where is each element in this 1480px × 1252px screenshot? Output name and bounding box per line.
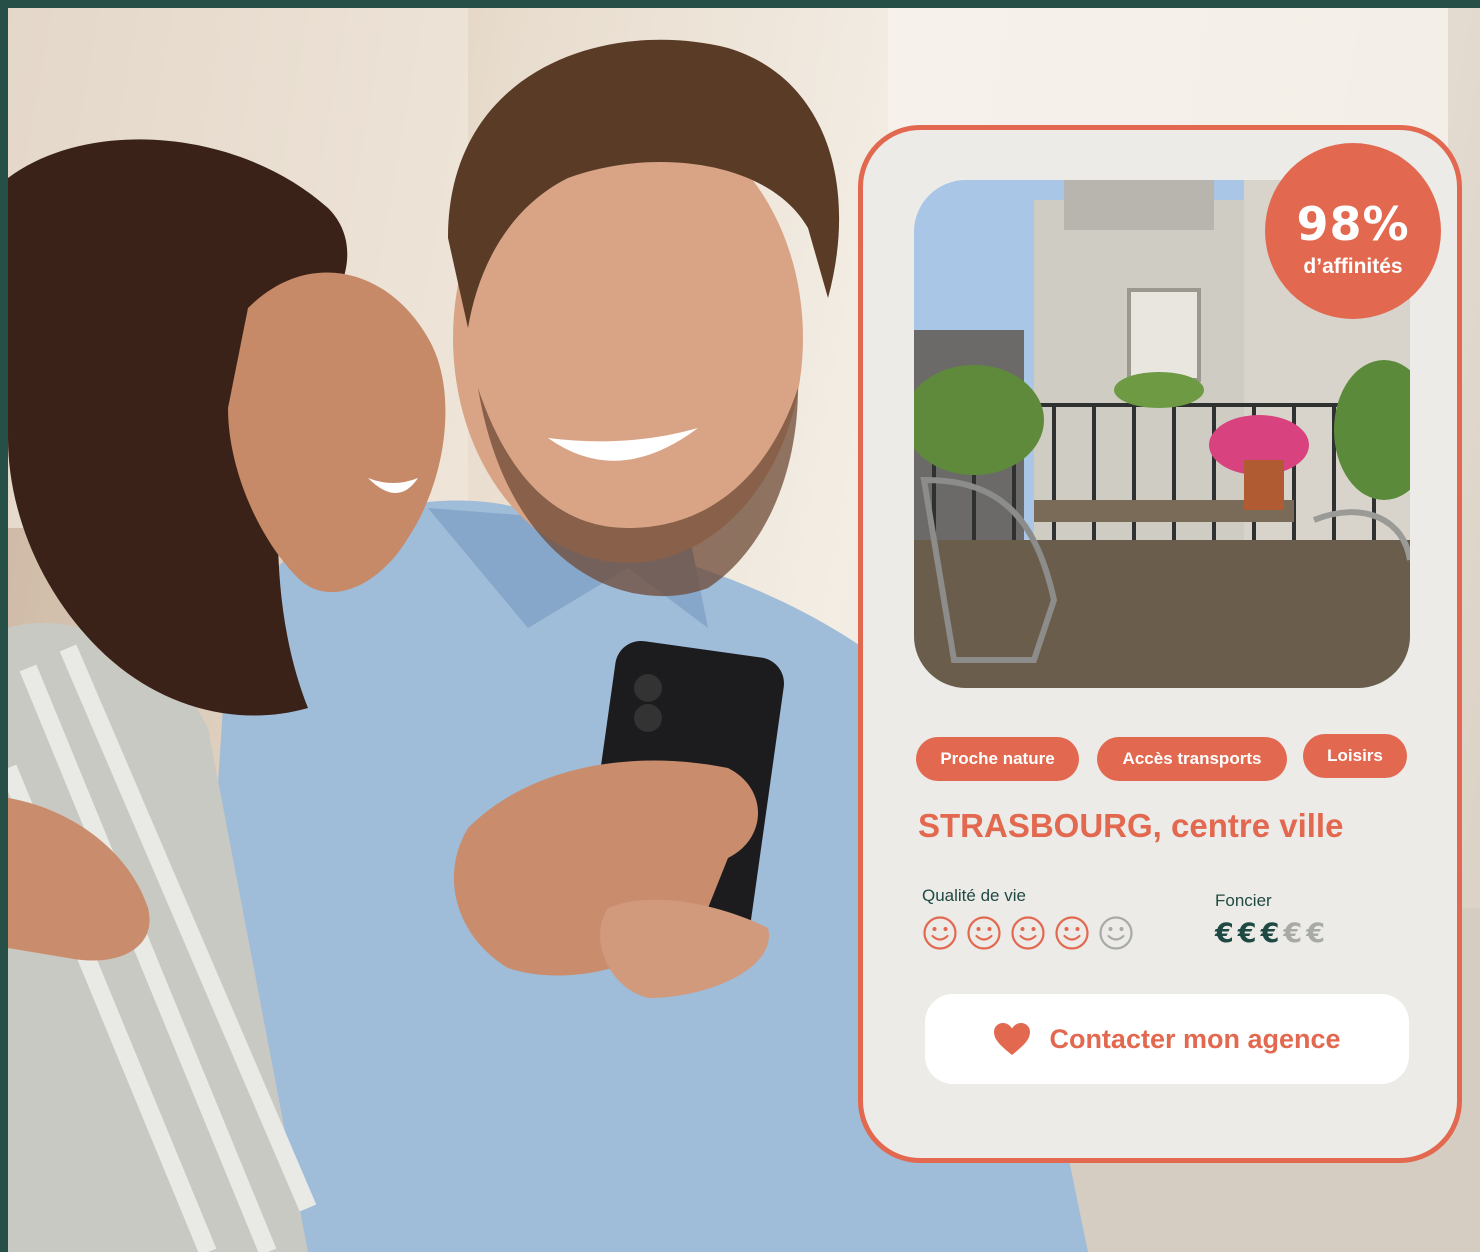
quality-rating — [922, 915, 1142, 955]
affinity-value: 98% — [1296, 197, 1410, 251]
contact-agency-label: Contacter mon agence — [1049, 1023, 1341, 1054]
land-cost: Foncier € € € € € — [1215, 891, 1325, 949]
smiley-icon — [1055, 916, 1089, 950]
location-title: STRASBOURG, centre ville — [918, 807, 1344, 844]
smiley-icon — [1099, 916, 1133, 950]
smiley-icon — [967, 916, 1001, 950]
euro-icon: € — [1237, 918, 1257, 949]
tag-acces-transports[interactable]: Accès transports — [1097, 737, 1287, 781]
tag-proche-nature[interactable]: Proche nature — [916, 737, 1079, 781]
euro-icon: € — [1283, 918, 1303, 949]
contact-agency-button[interactable]: Contacter mon agence — [925, 994, 1409, 1084]
affinity-label: d’affinités — [1303, 255, 1403, 278]
heart-icon — [994, 1023, 1031, 1055]
quality-label: Qualité de vie — [922, 886, 1026, 905]
land-label: Foncier — [1215, 891, 1272, 910]
tag-loisirs[interactable]: Loisirs — [1303, 734, 1407, 778]
smiley-icon — [1011, 916, 1045, 950]
euro-icon: € — [1215, 918, 1234, 949]
euro-icon: € — [1306, 918, 1325, 949]
affinity-badge: 98% d’affinités — [1265, 143, 1441, 319]
quality-of-life: Qualité de vie — [922, 886, 1133, 950]
feature-tags: Proche nature Accès transports Loisirs — [916, 734, 1416, 784]
euro-icon: € — [1260, 918, 1280, 949]
smiley-icon — [923, 916, 957, 950]
property-card: 98% d’affinités Proche nature Accès tran… — [858, 125, 1462, 1163]
land-cost-rating: € € € € € — [1215, 918, 1329, 949]
background-photo: 98% d’affinités Proche nature Accès tran… — [8, 8, 1480, 1252]
